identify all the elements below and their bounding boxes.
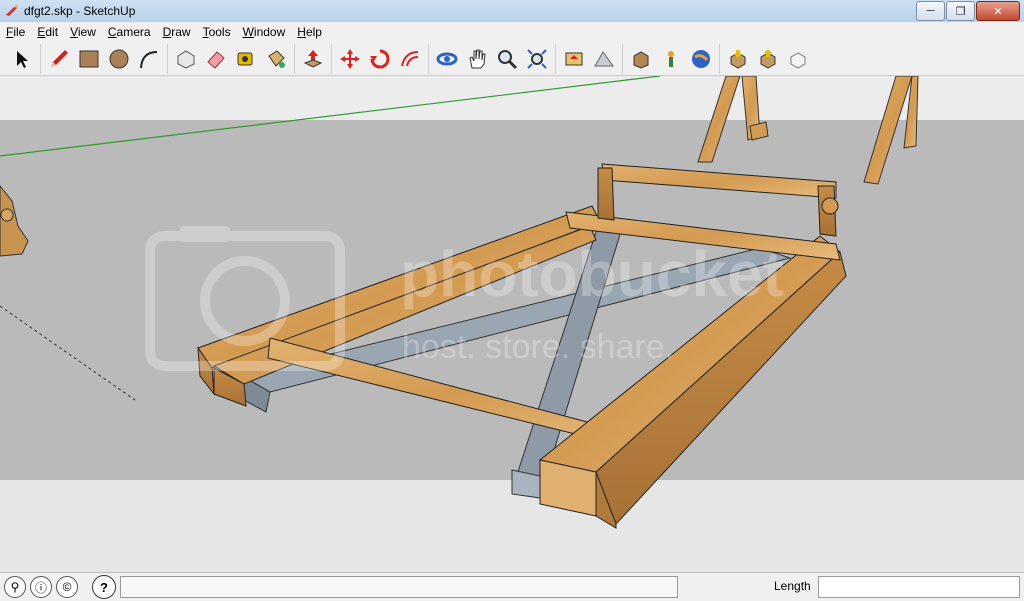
paint-bucket-icon[interactable]	[261, 45, 291, 73]
credits-icon[interactable]: ⓘ	[30, 576, 52, 598]
google-earth-icon[interactable]	[686, 45, 716, 73]
zoom-extents-icon[interactable]	[522, 45, 552, 73]
share-model-icon[interactable]	[656, 45, 686, 73]
share-component-icon[interactable]	[753, 45, 783, 73]
zoom-icon[interactable]	[492, 45, 522, 73]
menu-file[interactable]: File	[0, 25, 31, 39]
menu-camera[interactable]: Camera	[102, 25, 157, 39]
tape-measure-icon[interactable]	[231, 45, 261, 73]
eraser-icon[interactable]	[201, 45, 231, 73]
rotate-icon[interactable]	[365, 45, 395, 73]
window-title: dfgt2.skp - SketchUp	[24, 4, 136, 18]
get-component-icon[interactable]	[723, 45, 753, 73]
pencil-icon[interactable]	[44, 45, 74, 73]
orbit-icon[interactable]	[432, 45, 462, 73]
make-component-icon[interactable]	[171, 45, 201, 73]
push-pull-icon[interactable]	[298, 45, 328, 73]
select-icon[interactable]	[7, 45, 37, 73]
menu-tools[interactable]: Tools	[197, 25, 237, 39]
sketchup-app-icon	[4, 3, 20, 19]
toggle-terrain-icon[interactable]	[589, 45, 619, 73]
circle-icon[interactable]	[104, 45, 134, 73]
title-bar: dfgt2.skp - SketchUp ─ ❐ ✕	[0, 0, 1024, 23]
geo-location-icon[interactable]: ⚲	[4, 576, 26, 598]
copyright-icon[interactable]: ©	[56, 576, 78, 598]
main-toolbar	[0, 42, 1024, 76]
close-icon[interactable]: ✕	[976, 1, 1020, 21]
move-icon[interactable]	[335, 45, 365, 73]
arc-icon[interactable]	[134, 45, 164, 73]
menu-bar: File Edit View Camera Draw Tools Window …	[0, 22, 1024, 42]
minimize-icon[interactable]: ─	[916, 1, 945, 21]
status-text-field	[120, 576, 678, 598]
menu-draw[interactable]: Draw	[157, 25, 197, 39]
offset-icon[interactable]	[395, 45, 425, 73]
pan-icon[interactable]	[462, 45, 492, 73]
add-location-icon[interactable]	[559, 45, 589, 73]
partial-model-bolt	[0, 208, 14, 222]
sky	[0, 76, 1024, 120]
measurements-box[interactable]	[818, 576, 1020, 598]
get-models-icon[interactable]	[626, 45, 656, 73]
menu-help[interactable]: Help	[291, 25, 328, 39]
status-bar: ⚲ ⓘ © ? Length	[0, 572, 1024, 601]
rectangle-icon[interactable]	[74, 45, 104, 73]
model-viewport[interactable]: photobucket host. store. share.	[0, 76, 1024, 572]
menu-window[interactable]: Window	[237, 25, 292, 39]
menu-edit[interactable]: Edit	[31, 25, 64, 39]
restore-icon[interactable]: ❐	[946, 1, 975, 21]
watermark-tagline: host. store. share.	[402, 328, 674, 366]
watermark-brand: photobucket	[400, 238, 784, 310]
menu-view[interactable]: View	[64, 25, 102, 39]
length-label: Length	[774, 579, 811, 593]
help-icon[interactable]: ?	[92, 575, 116, 599]
preview-icon[interactable]	[783, 45, 813, 73]
